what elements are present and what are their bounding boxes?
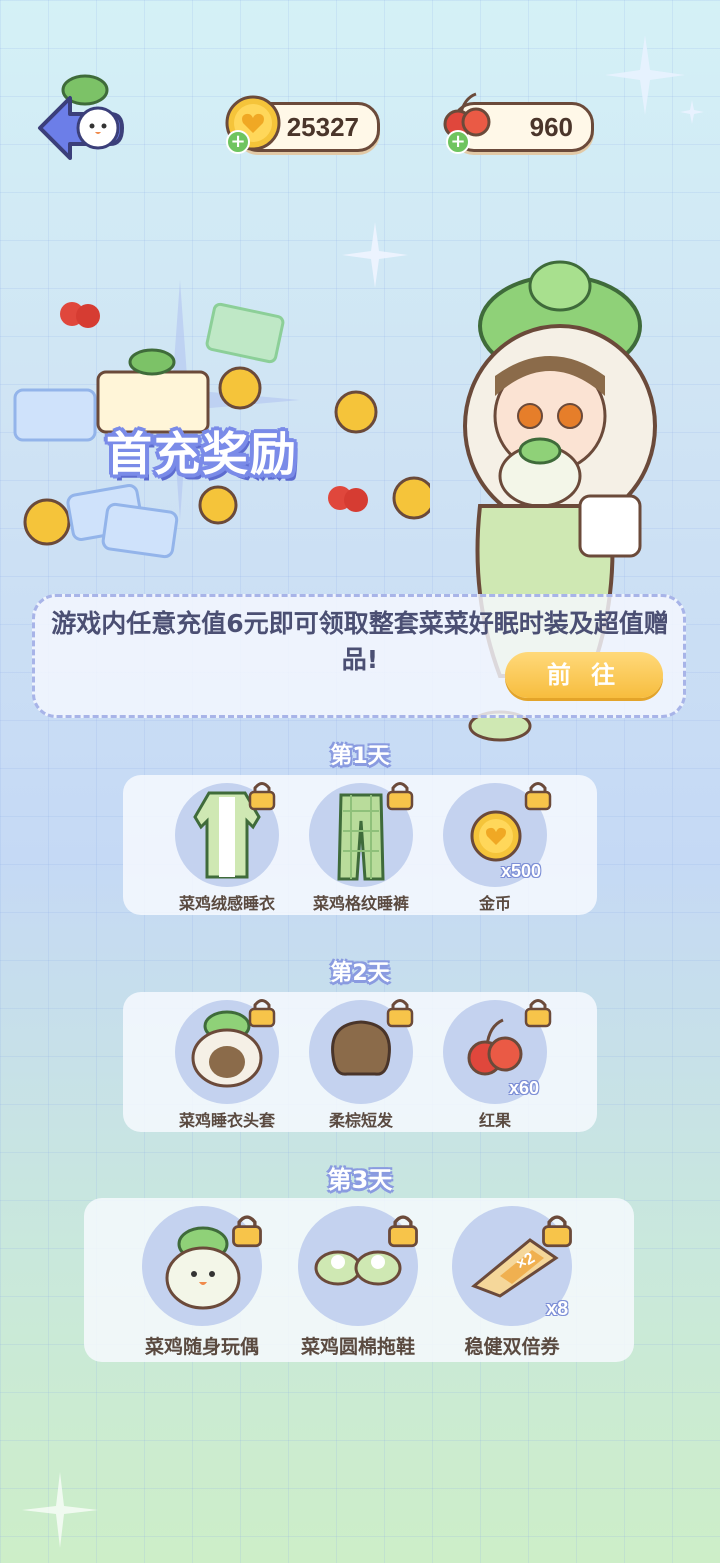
reward-item[interactable]: x60 红果 <box>439 992 599 1132</box>
red-fruit-icon <box>467 1018 523 1076</box>
item-name: 菜鸡随身玩偶 <box>144 1336 259 1358</box>
lock-icon <box>524 999 552 1028</box>
item-quantity: x60 <box>509 1078 540 1098</box>
lock-icon <box>386 782 414 811</box>
item-quantity: x500 <box>501 861 542 881</box>
day-3-label: 第3天 <box>327 1166 393 1194</box>
day-2-card: 菜鸡睡衣头套 柔棕短发 x60 红果 <box>123 992 597 1132</box>
back-arrow-icon <box>38 74 124 160</box>
fruit-amount: 960 <box>529 111 573 142</box>
go-button[interactable]: 前 往 <box>505 652 663 698</box>
day-3-card: 菜鸡随身玩偶 菜鸡圆棉拖鞋 ×2 x8 稳健双倍券 <box>84 1198 634 1362</box>
day-1-card: 菜鸡绒感睡衣 菜鸡格纹睡裤 x500 金币 <box>123 775 597 915</box>
lock-icon <box>542 1215 572 1248</box>
lock-icon <box>248 999 276 1028</box>
item-name: 红果 <box>478 1111 511 1130</box>
lock-icon <box>524 782 552 811</box>
item-name: 稳健双倍券 <box>464 1336 560 1358</box>
lock-icon <box>232 1215 262 1248</box>
item-name: 菜鸡圆棉拖鞋 <box>300 1336 415 1358</box>
day-2-label: 第2天 <box>330 961 390 986</box>
reward-item[interactable]: 菜鸡绒感睡衣 <box>123 775 283 915</box>
lock-icon <box>248 782 276 811</box>
first-recharge-title: 首充奖励 <box>106 427 298 481</box>
pajama-pants-icon <box>337 793 385 881</box>
lock-icon <box>386 999 414 1028</box>
reward-item[interactable]: 菜鸡圆棉拖鞋 <box>268 1198 452 1362</box>
reward-item[interactable]: 菜鸡随身玩偶 <box>84 1198 268 1362</box>
add-fruits-icon[interactable]: + <box>446 130 470 154</box>
lock-icon <box>388 1215 418 1248</box>
gold-coin-icon <box>470 810 522 862</box>
coin-amount: 25327 <box>286 111 359 142</box>
sparkle-decoration <box>605 35 704 124</box>
reward-item[interactable]: 菜鸡睡衣头套 <box>123 992 283 1132</box>
sparkle-decoration <box>22 1472 98 1548</box>
item-name: 金币 <box>478 894 511 913</box>
reward-item[interactable]: ×2 x8 稳健双倍券 <box>452 1198 634 1362</box>
back-button[interactable] <box>30 68 128 166</box>
add-coins-icon[interactable]: + <box>226 130 250 154</box>
item-quantity: x8 <box>546 1298 569 1320</box>
day-1-label: 第1天 <box>330 744 390 769</box>
reward-item[interactable]: x500 金币 <box>439 775 599 915</box>
slippers-icon <box>314 1250 402 1286</box>
